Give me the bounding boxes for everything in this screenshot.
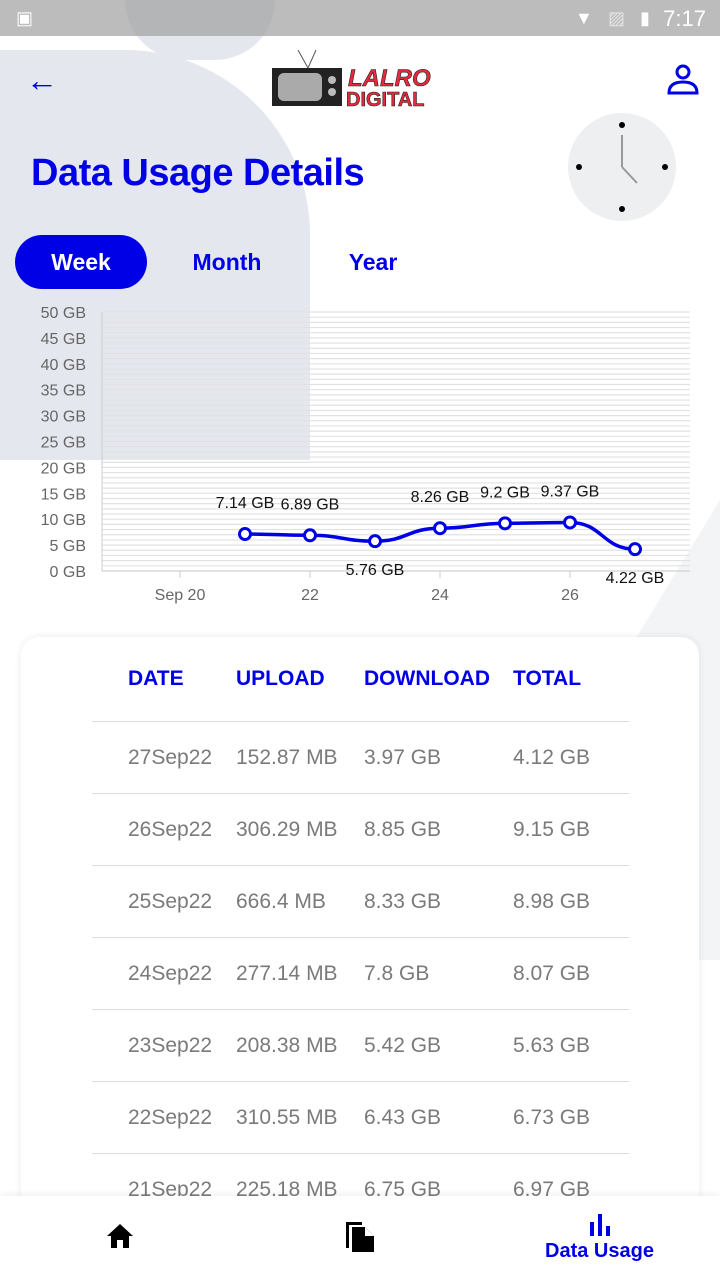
table-cell: 208.38 MB bbox=[236, 1034, 338, 1057]
y-tick-label: 25 GB bbox=[41, 435, 86, 452]
table-cell: 7.8 GB bbox=[364, 962, 430, 985]
y-tick-label: 20 GB bbox=[41, 460, 86, 477]
table-cell: 8.85 GB bbox=[364, 818, 442, 841]
data-point bbox=[563, 515, 577, 530]
table-cell: 23Sep22 bbox=[128, 1034, 213, 1057]
table-cell: 277.14 MB bbox=[236, 962, 338, 985]
column-header-upload: UPLOAD bbox=[236, 667, 325, 690]
table-cell: 27Sep22 bbox=[128, 746, 213, 769]
y-tick-label: 30 GB bbox=[41, 409, 86, 426]
wifi-icon: ▼ bbox=[575, 8, 593, 28]
data-point bbox=[238, 527, 252, 542]
table-cell: 5.42 GB bbox=[364, 1034, 442, 1057]
battery-icon: ▮ bbox=[640, 8, 650, 28]
page-title: Data Usage Details bbox=[31, 152, 365, 194]
y-tick-label: 35 GB bbox=[41, 383, 86, 400]
x-tick-label: 22 bbox=[301, 587, 319, 604]
status-bar: ▣ ▼ ▨ ▮ 7:17 bbox=[0, 0, 720, 36]
table-row: 26Sep22 306.29 MB 8.85 GB 9.15 GB bbox=[92, 793, 629, 865]
x-tick-label: 26 bbox=[561, 587, 579, 604]
table-cell: 6.73 GB bbox=[513, 1106, 591, 1129]
data-point bbox=[368, 534, 382, 549]
bottom-navigation: Data Usage bbox=[0, 1196, 720, 1280]
column-header-total: TOTAL bbox=[513, 667, 582, 690]
table-cell: 25Sep22 bbox=[128, 890, 213, 913]
clock-time: 7:17 bbox=[663, 6, 706, 31]
y-tick-label: 10 GB bbox=[41, 512, 86, 529]
tab-week[interactable]: Week bbox=[15, 235, 147, 289]
table-cell: 8.33 GB bbox=[364, 890, 442, 913]
tab-month[interactable]: Month bbox=[172, 235, 282, 289]
data-point bbox=[303, 528, 317, 543]
table-cell: 8.98 GB bbox=[513, 890, 591, 913]
x-tick-label: Sep 20 bbox=[155, 587, 206, 604]
table-row: 27Sep22 152.87 MB 3.97 GB 4.12 GB bbox=[92, 721, 629, 793]
table-cell: 26Sep22 bbox=[128, 818, 213, 841]
tab-year[interactable]: Year bbox=[330, 235, 416, 289]
image-notification-icon: ▣ bbox=[16, 8, 34, 28]
table-cell: 5.63 GB bbox=[513, 1034, 591, 1057]
bar-chart-icon[interactable] bbox=[588, 1214, 612, 1236]
logo: LALRO DIGITAL bbox=[272, 50, 431, 108]
table-cell: 306.29 MB bbox=[236, 818, 338, 841]
back-arrow-icon[interactable]: ← bbox=[26, 62, 58, 99]
table-cell: 310.55 MB bbox=[236, 1106, 338, 1129]
data-point bbox=[628, 542, 642, 557]
table-row: 22Sep22 310.55 MB 6.43 GB 6.73 GB bbox=[92, 1081, 629, 1153]
data-label: 8.26 GB bbox=[411, 489, 470, 506]
column-header-date: DATE bbox=[128, 667, 184, 690]
data-label: 4.22 GB bbox=[606, 570, 665, 587]
no-sim-icon: ▨ bbox=[608, 8, 626, 28]
table-row: 25Sep22 666.4 MB 8.33 GB 8.98 GB bbox=[92, 865, 629, 937]
y-tick-label: 50 GB bbox=[41, 305, 86, 322]
x-tick-label: 24 bbox=[431, 587, 449, 604]
table-cell: 22Sep22 bbox=[128, 1106, 213, 1129]
table-row: 23Sep22 208.38 MB 5.42 GB 5.63 GB bbox=[92, 1009, 629, 1081]
data-point bbox=[498, 516, 512, 531]
y-tick-label: 0 GB bbox=[50, 564, 86, 581]
clock-illustration-icon bbox=[568, 113, 676, 221]
table-cell: 4.12 GB bbox=[513, 746, 591, 769]
data-label: 6.89 GB bbox=[281, 496, 340, 513]
y-tick-label: 40 GB bbox=[41, 357, 86, 374]
y-tick-label: 45 GB bbox=[41, 331, 86, 348]
column-header-download: DOWNLOAD bbox=[364, 667, 490, 690]
table-cell: 8.07 GB bbox=[513, 962, 591, 985]
table-row: 24Sep22 277.14 MB 7.8 GB 8.07 GB bbox=[92, 937, 629, 1009]
documents-icon[interactable] bbox=[344, 1218, 376, 1254]
y-tick-label: 5 GB bbox=[50, 538, 86, 555]
data-point bbox=[433, 521, 447, 536]
data-label: 7.14 GB bbox=[216, 495, 275, 512]
data-label: 9.2 GB bbox=[480, 484, 530, 501]
usage-chart: 0 GB 5 GB 10 GB 15 GB 20 GB 25 GB 30 GB 35 GB 40… bbox=[41, 305, 690, 604]
y-tick-label: 15 GB bbox=[41, 486, 86, 503]
svg-text:DIGITAL: DIGITAL bbox=[346, 89, 425, 108]
user-profile-icon[interactable] bbox=[666, 62, 700, 96]
nav-label-data-usage[interactable]: Data Usage bbox=[545, 1240, 654, 1263]
table-cell: 9.15 GB bbox=[513, 818, 591, 841]
table-cell: 24Sep22 bbox=[128, 962, 213, 985]
table-cell: 3.97 GB bbox=[364, 746, 442, 769]
table-cell: 6.43 GB bbox=[364, 1106, 442, 1129]
table-cell: 666.4 MB bbox=[236, 890, 326, 913]
data-label: 5.76 GB bbox=[346, 562, 405, 579]
table-cell: 152.87 MB bbox=[236, 746, 338, 769]
data-label: 9.37 GB bbox=[541, 483, 600, 500]
svg-text:LALRO: LALRO bbox=[348, 65, 431, 92]
home-icon[interactable] bbox=[105, 1222, 135, 1250]
